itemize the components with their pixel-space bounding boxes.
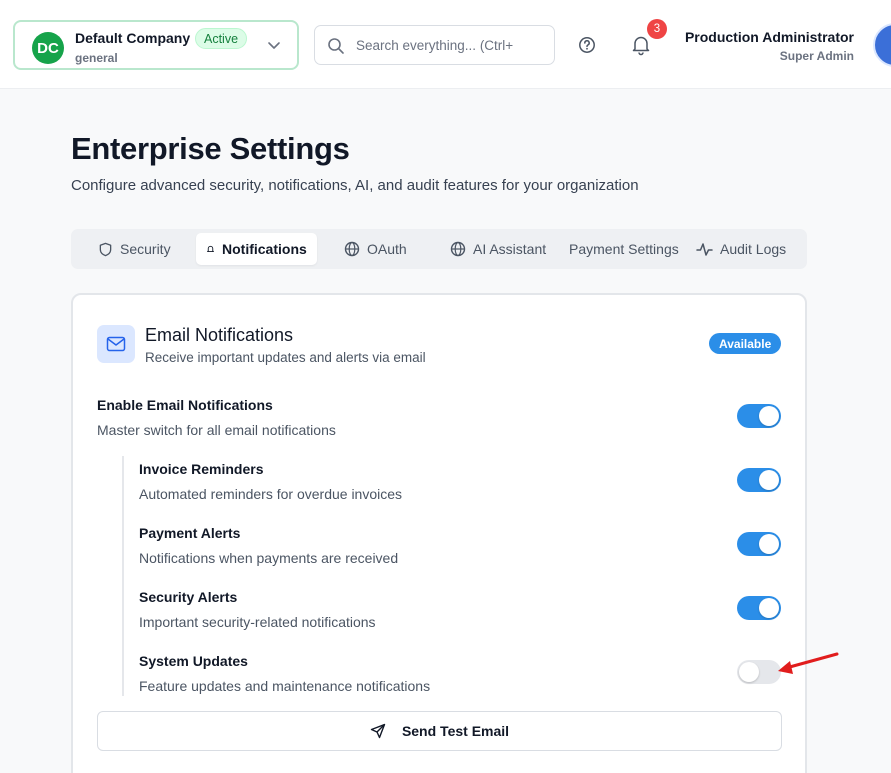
- availability-badge: Available: [709, 333, 782, 354]
- toggle-knob: [759, 470, 779, 490]
- page-description: Configure advanced security, notificatio…: [71, 177, 639, 194]
- toggle-knob: [759, 534, 779, 554]
- security-alerts-desc: Important security-related notifications: [139, 614, 376, 630]
- payment-alerts-desc: Notifications when payments are received: [139, 550, 399, 566]
- tab-security-label: Security: [120, 241, 171, 257]
- send-icon: [370, 723, 386, 739]
- master-email-toggle[interactable]: [737, 404, 781, 428]
- mail-icon: [106, 336, 126, 352]
- security-alerts-label: Security Alerts: [139, 589, 238, 605]
- system-updates-desc: Feature updates and maintenance notifica…: [139, 678, 431, 694]
- company-name: Default Company: [75, 30, 191, 46]
- company-switcher[interactable]: DC Default Company Active general: [13, 20, 299, 70]
- toggle-knob: [759, 406, 779, 426]
- send-test-email-button[interactable]: Send Test Email: [97, 711, 782, 751]
- subgroup-divider: [122, 456, 124, 696]
- mail-icon-container: [97, 325, 135, 363]
- globe-icon: [450, 241, 466, 257]
- bell-icon: [207, 245, 214, 252]
- search-placeholder: Search everything... (Ctrl+: [356, 38, 514, 53]
- annotation-arrow-icon: [778, 652, 839, 674]
- activity-icon: [696, 242, 713, 256]
- invoice-reminders-label: Invoice Reminders: [139, 461, 264, 477]
- tab-payment-settings[interactable]: Payment Settings: [569, 233, 679, 265]
- search-icon: [328, 38, 344, 54]
- company-status-badge: Active: [195, 28, 248, 49]
- master-switch-desc: Master switch for all email notification…: [97, 422, 336, 438]
- payment-alerts-toggle[interactable]: [737, 532, 781, 556]
- security-alerts-toggle[interactable]: [737, 596, 781, 620]
- tab-security[interactable]: Security: [98, 233, 171, 265]
- tab-ai-assistant[interactable]: AI Assistant: [450, 233, 546, 265]
- tab-notifications-label: Notifications: [222, 241, 307, 257]
- invoice-reminders-toggle[interactable]: [737, 468, 781, 492]
- payment-alerts-label: Payment Alerts: [139, 525, 241, 541]
- system-updates-label: System Updates: [139, 653, 248, 669]
- toggle-knob: [759, 598, 779, 618]
- notifications-count-badge: 3: [647, 19, 667, 39]
- help-icon[interactable]: [578, 36, 596, 54]
- tab-oauth[interactable]: OAuth: [344, 233, 407, 265]
- tab-ai-assistant-label: AI Assistant: [473, 241, 547, 257]
- master-switch-label: Enable Email Notifications: [97, 397, 273, 413]
- company-workspace: general: [75, 51, 118, 65]
- user-avatar[interactable]: [873, 23, 891, 67]
- email-notifications-card: Email Notifications Receive important up…: [71, 293, 807, 773]
- tab-audit-logs[interactable]: Audit Logs: [696, 233, 786, 265]
- notifications-bell-icon[interactable]: [630, 34, 652, 56]
- chevron-down-icon[interactable]: [267, 38, 281, 52]
- globe-icon: [344, 241, 360, 257]
- invoice-reminders-desc: Automated reminders for overdue invoices: [139, 486, 403, 502]
- user-name[interactable]: Production Administrator: [685, 29, 854, 45]
- company-avatar: DC: [32, 32, 64, 64]
- toggle-knob: [739, 662, 759, 682]
- tab-notifications[interactable]: Notifications: [196, 233, 317, 265]
- tab-oauth-label: OAuth: [367, 241, 407, 257]
- top-bar: DC Default Company Active general Search…: [0, 0, 891, 89]
- send-test-email-label: Send Test Email: [401, 723, 510, 739]
- card-title: Email Notifications: [145, 325, 294, 345]
- card-subtitle: Receive important updates and alerts via…: [145, 350, 426, 365]
- settings-tabs: Security Notifications OAuth AI Assistan…: [71, 229, 807, 269]
- tab-audit-logs-label: Audit Logs: [720, 241, 787, 257]
- user-role: Super Admin: [779, 49, 854, 63]
- shield-icon: [99, 242, 112, 256]
- page-title: Enterprise Settings: [71, 131, 350, 166]
- search-input[interactable]: Search everything... (Ctrl+: [314, 25, 555, 65]
- tab-payment-settings-label: Payment Settings: [569, 241, 679, 257]
